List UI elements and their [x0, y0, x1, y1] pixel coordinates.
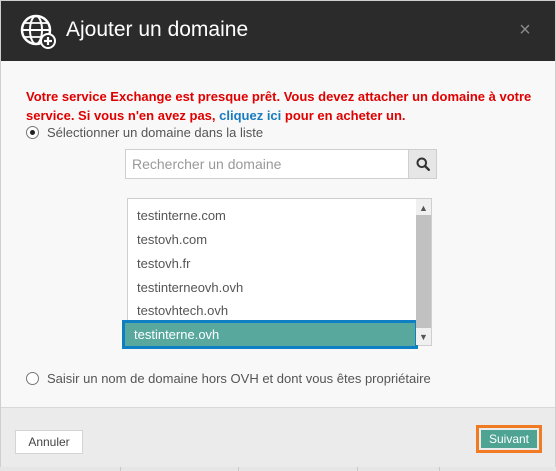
dialog-footer: Annuler Suivant: [1, 407, 555, 467]
add-domain-dialog: Ajouter un domaine × Votre service Excha…: [0, 0, 556, 468]
option-select-from-list-label: Sélectionner un domaine dans la liste: [47, 125, 264, 140]
radio-external-domain[interactable]: [26, 372, 39, 385]
close-icon[interactable]: ×: [517, 20, 533, 40]
list-item[interactable]: testinterneovh.ovh: [128, 276, 416, 299]
background-strip: [0, 467, 556, 471]
search-icon: [416, 157, 430, 171]
list-item[interactable]: testovh.fr: [128, 252, 416, 275]
divider: [439, 467, 440, 471]
search-button[interactable]: [408, 150, 436, 178]
domain-search: [125, 149, 437, 179]
cancel-button[interactable]: Annuler: [15, 430, 83, 454]
divider: [357, 467, 358, 471]
search-input[interactable]: [126, 150, 408, 178]
dialog-title: Ajouter un domaine: [66, 18, 249, 41]
globe-add-icon: [20, 14, 56, 49]
domain-listbox[interactable]: testinterne.com testovh.com testovh.fr t…: [122, 198, 432, 349]
list-item[interactable]: testovh.com: [128, 228, 416, 251]
divider: [238, 467, 239, 471]
option-select-from-list[interactable]: Sélectionner un domaine dans la liste: [26, 125, 263, 140]
list-item[interactable]: testovhtech.ovh: [128, 299, 416, 322]
scroll-down-icon[interactable]: ▼: [416, 330, 431, 344]
dialog-header: Ajouter un domaine ×: [1, 1, 555, 61]
info-message: Votre service Exchange est presque prêt.…: [26, 87, 541, 125]
message-text-end: pour en acheter un.: [281, 108, 406, 123]
dialog-body: Votre service Exchange est presque prêt.…: [1, 61, 555, 407]
option-external-domain[interactable]: Saisir un nom de domaine hors OVH et don…: [26, 371, 431, 386]
divider: [120, 467, 121, 471]
option-external-domain-label: Saisir un nom de domaine hors OVH et don…: [47, 371, 431, 386]
list-item[interactable]: testinterne.com: [128, 204, 416, 227]
scrollbar-thumb[interactable]: [416, 215, 431, 328]
next-button[interactable]: Suivant: [481, 430, 537, 448]
scroll-up-icon[interactable]: ▲: [416, 201, 431, 215]
buy-domain-link[interactable]: cliquez ici: [219, 108, 281, 123]
list-item-selected[interactable]: testinterne.ovh: [122, 320, 418, 349]
next-button-highlight: Suivant: [476, 425, 542, 453]
listbox-scrollbar[interactable]: ▲ ▼: [416, 199, 431, 345]
radio-select-from-list[interactable]: [26, 126, 39, 139]
